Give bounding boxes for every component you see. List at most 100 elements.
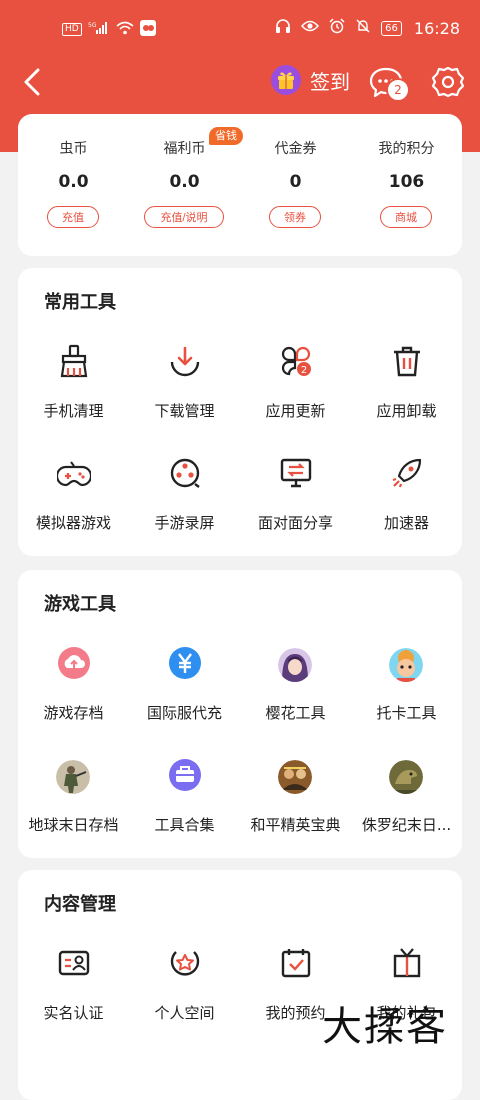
gift-box-icon bbox=[393, 948, 421, 978]
svg-text:5G: 5G bbox=[88, 22, 97, 29]
pubg-avatar bbox=[278, 760, 312, 794]
tool-label: 侏罗纪末日... bbox=[361, 816, 452, 834]
download-icon bbox=[170, 346, 200, 377]
dino-avatar bbox=[389, 760, 423, 794]
content-management-card: 内容管理 实名认证 个人空间 我的预约 我的礼包 bbox=[18, 870, 462, 1100]
content-personal-space[interactable]: 个人空间 bbox=[129, 946, 240, 1046]
rocket-icon bbox=[392, 458, 422, 488]
toca-avatar bbox=[389, 648, 423, 682]
app-bar: 签到 2 bbox=[0, 58, 480, 108]
status-bar: HD 5G 66 16:28 bbox=[0, 0, 480, 58]
save-money-badge: 省钱 bbox=[209, 127, 243, 145]
game-tool-sakura[interactable]: 樱花工具 bbox=[240, 646, 351, 746]
soldier-avatar bbox=[56, 760, 90, 794]
tool-label: 手机清理 bbox=[43, 402, 104, 420]
tool-phone-clean[interactable]: 手机清理 bbox=[18, 344, 129, 444]
status-right: 66 16:28 bbox=[275, 18, 460, 38]
recharge-explain-button[interactable]: 充值/说明 bbox=[144, 206, 224, 228]
tool-label: 托卡工具 bbox=[376, 704, 437, 722]
tool-label: 手游录屏 bbox=[154, 514, 215, 532]
tool-accelerator[interactable]: 加速器 bbox=[351, 456, 462, 556]
share-screen-icon bbox=[280, 458, 312, 488]
battery-indicator: 66 bbox=[381, 20, 402, 36]
section-title: 游戏工具 bbox=[44, 594, 116, 615]
tool-label: 模拟器游戏 bbox=[35, 514, 111, 532]
tool-label: 樱花工具 bbox=[265, 704, 326, 722]
common-tools-card: 常用工具 手机清理 下载管理 2 应用更新 应用卸载 模拟器游戏 手游录屏 面对… bbox=[18, 268, 462, 556]
star-badge-icon bbox=[170, 951, 200, 976]
tool-label: 地球末日存档 bbox=[28, 816, 119, 834]
tool-face-to-face-share[interactable]: 面对面分享 bbox=[240, 456, 351, 556]
wallet-value: 106 bbox=[388, 172, 425, 192]
tool-label: 下载管理 bbox=[154, 402, 215, 420]
wallet-value: 0 bbox=[289, 172, 302, 192]
gift-icon bbox=[271, 65, 301, 95]
game-tool-toca[interactable]: 托卡工具 bbox=[351, 646, 462, 746]
wifi-icon bbox=[116, 21, 134, 38]
gear-icon bbox=[431, 66, 465, 98]
tool-label: 加速器 bbox=[383, 514, 429, 532]
tool-label: 实名认证 bbox=[43, 1004, 104, 1022]
cloud-upload-icon bbox=[58, 647, 90, 679]
tool-screen-record[interactable]: 手游录屏 bbox=[129, 456, 240, 556]
app-notification-icon bbox=[139, 20, 156, 39]
id-card-icon bbox=[58, 950, 90, 976]
tool-app-update[interactable]: 2 应用更新 bbox=[240, 344, 351, 444]
wallet-item-voucher: 代金券 0 领券 bbox=[240, 114, 351, 256]
app-update-icon: 2 bbox=[281, 346, 311, 376]
get-voucher-button[interactable]: 领券 bbox=[269, 206, 321, 228]
film-reel-icon bbox=[170, 458, 200, 488]
tool-emulator-games[interactable]: 模拟器游戏 bbox=[18, 456, 129, 556]
tool-label: 国际服代充 bbox=[146, 704, 222, 722]
signin-label: 签到 bbox=[310, 69, 350, 94]
game-tools-card: 游戏工具 游戏存档 国际服代充 樱花工具 托卡工具 地球末日存档 工具合集 和平… bbox=[18, 570, 462, 858]
trash-icon bbox=[394, 346, 420, 377]
section-title: 内容管理 bbox=[44, 894, 116, 915]
back-button[interactable] bbox=[18, 64, 50, 100]
game-tool-intl-recharge[interactable]: 国际服代充 bbox=[129, 646, 240, 746]
game-tool-pubg-guide[interactable]: 和平精英宝典 bbox=[240, 758, 351, 858]
game-tool-save[interactable]: 游戏存档 bbox=[18, 646, 129, 746]
mute-bell-icon bbox=[355, 18, 371, 38]
hd-icon: HD bbox=[62, 23, 82, 36]
content-real-name[interactable]: 实名认证 bbox=[18, 946, 129, 1046]
toolbox-icon bbox=[169, 759, 201, 791]
tool-label: 应用卸载 bbox=[376, 402, 437, 420]
settings-button[interactable] bbox=[430, 64, 466, 100]
tool-label: 应用更新 bbox=[265, 402, 326, 420]
broom-icon bbox=[60, 344, 88, 378]
tool-label: 和平精英宝典 bbox=[250, 816, 341, 834]
mall-button[interactable]: 商城 bbox=[380, 206, 432, 228]
wallet-card: 虫币 0.0 充值 福利币 0.0 充值/说明 代金券 0 领券 我的积分 10… bbox=[18, 114, 462, 256]
eye-icon bbox=[301, 19, 320, 37]
calendar-check-icon bbox=[281, 949, 311, 978]
watermark-logo: 大揉客 bbox=[322, 1004, 448, 1050]
tool-label: 游戏存档 bbox=[43, 704, 104, 722]
wallet-label: 虫币 bbox=[59, 141, 88, 157]
wallet-value: 0.0 bbox=[169, 172, 200, 192]
recharge-button[interactable]: 充值 bbox=[47, 206, 99, 228]
anime-girl-avatar bbox=[278, 648, 312, 682]
chevron-left-icon bbox=[24, 68, 40, 96]
tool-label: 个人空间 bbox=[154, 1004, 215, 1022]
headphones-icon bbox=[275, 18, 291, 38]
tool-label: 面对面分享 bbox=[257, 514, 333, 532]
tool-label: 工具合集 bbox=[154, 816, 215, 834]
status-left: HD 5G bbox=[62, 20, 156, 39]
gamepad-icon bbox=[57, 461, 91, 487]
section-title: 常用工具 bbox=[44, 292, 116, 313]
alarm-icon bbox=[329, 18, 345, 38]
tool-download-manager[interactable]: 下载管理 bbox=[129, 344, 240, 444]
tool-app-uninstall[interactable]: 应用卸载 bbox=[351, 344, 462, 444]
signal-icon: 5G bbox=[88, 21, 110, 38]
update-count-badge: 2 bbox=[301, 365, 307, 376]
wallet-item-coins: 虫币 0.0 充值 bbox=[18, 114, 129, 256]
signin-button[interactable]: 签到 bbox=[270, 64, 350, 96]
wallet-item-points: 我的积分 106 商城 bbox=[351, 114, 462, 256]
wallet-label: 代金券 bbox=[274, 141, 317, 157]
game-tool-earth-doomsday[interactable]: 地球末日存档 bbox=[18, 758, 129, 858]
wallet-value: 0.0 bbox=[58, 172, 89, 192]
message-count-badge: 2 bbox=[386, 78, 410, 102]
game-tool-collection[interactable]: 工具合集 bbox=[129, 758, 240, 858]
game-tool-jurassic[interactable]: 侏罗纪末日... bbox=[351, 758, 462, 858]
